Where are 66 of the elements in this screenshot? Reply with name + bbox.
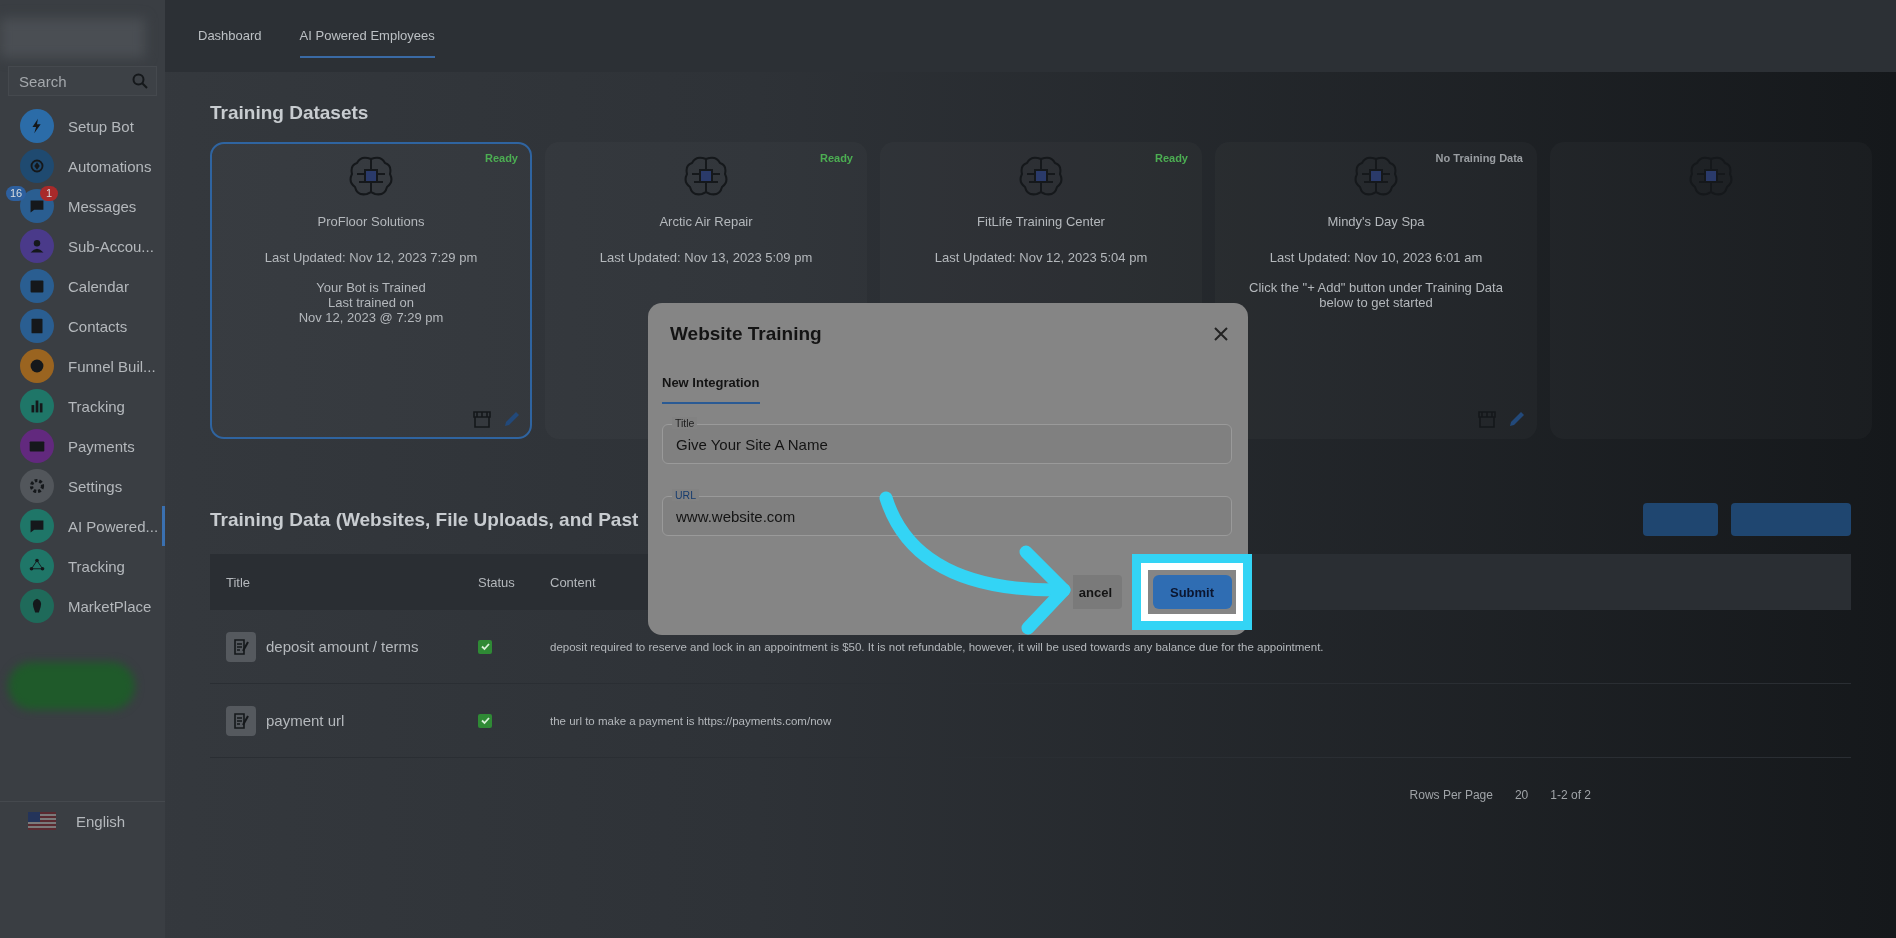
content-text: the url to make a payment is https://payments.com/now bbox=[550, 715, 832, 727]
language-label[interactable]: English bbox=[76, 812, 126, 830]
column-header: Content bbox=[550, 574, 596, 590]
pencil-icon[interactable] bbox=[1507, 409, 1527, 429]
column-header: Title bbox=[226, 574, 251, 590]
card-title: FitLife Training Center bbox=[977, 214, 1105, 229]
rows-per-page-value[interactable]: 20 bbox=[1514, 788, 1529, 802]
nav-tab[interactable]: Dashboard bbox=[198, 0, 262, 58]
dataset-card[interactable]: Ready ProFloor Solutions Last Updated: Nov 12, 2023 7:29 pm Your Bot is Trained Last trained on Nov 12, 2023 @ 7:29 pm bbox=[210, 142, 532, 439]
search-field[interactable]: Search bbox=[8, 66, 157, 96]
blurred-button[interactable] bbox=[8, 662, 135, 710]
dialog-title: Website Training bbox=[670, 323, 822, 345]
card-title: Mindy's Day Spa bbox=[1327, 214, 1425, 229]
content-text: deposit required to reserve and lock in an appointment is $50. It is not refundable, however, it will be used towards any balance due for the appointment. bbox=[550, 641, 1324, 653]
count-badge: 1 bbox=[40, 186, 58, 201]
dialog-tab[interactable]: New Integration bbox=[662, 367, 760, 404]
sidebar-item[interactable]: Setup Bot bbox=[0, 106, 165, 146]
last-updated: Last Updated: Nov 12, 2023 7:29 pm bbox=[264, 250, 478, 265]
field-label: URL bbox=[672, 489, 699, 501]
action-button[interactable] bbox=[1643, 503, 1718, 536]
status-label: Ready bbox=[819, 152, 853, 164]
submit-button[interactable]: Submit bbox=[1152, 575, 1232, 609]
cancel-button[interactable]: ancel bbox=[1072, 575, 1122, 609]
last-updated: Last Updated: Nov 13, 2023 5:09 pm bbox=[599, 250, 813, 265]
card-note: Your Bot is Trained Last trained on Nov 12, 2023 @ 7:29 pm bbox=[298, 280, 444, 325]
store-icon[interactable] bbox=[472, 409, 492, 429]
sidebar-item[interactable]: AI Powered... bbox=[0, 506, 165, 546]
sidebar-item[interactable]: Calendar bbox=[0, 266, 165, 306]
action-button[interactable] bbox=[1731, 503, 1851, 536]
nav-tab[interactable]: AI Powered Employees bbox=[299, 0, 435, 58]
sidebar-item[interactable]: Contacts bbox=[0, 306, 165, 346]
sidebar-item[interactable]: MarketPlace bbox=[0, 586, 165, 626]
sidebar-item[interactable]: 16 1 Messages bbox=[0, 186, 165, 226]
dataset-card[interactable]: No Training Data Mindy's Day Spa Last Updated: Nov 10, 2023 6:01 am Click the "+ Add" button under Training Data below to get started bbox=[1215, 142, 1537, 439]
flag-icon bbox=[28, 812, 56, 830]
dataset-card[interactable] bbox=[1550, 142, 1872, 439]
sidebar-item[interactable]: Tracking bbox=[0, 546, 165, 586]
status-checkbox[interactable] bbox=[478, 639, 492, 654]
card-title: Arctic Air Repair bbox=[659, 214, 753, 229]
sidebar-item[interactable]: Sub-Accou... bbox=[0, 226, 165, 266]
pencil-icon[interactable] bbox=[502, 409, 522, 429]
card-note: Click the "+ Add" button under Training Data below to get started bbox=[1248, 280, 1504, 310]
last-updated: Last Updated: Nov 10, 2023 6:01 am bbox=[1269, 250, 1483, 265]
status-label: No Training Data bbox=[1435, 152, 1523, 164]
search-icon[interactable] bbox=[132, 73, 148, 89]
last-updated: Last Updated: Nov 12, 2023 5:04 pm bbox=[934, 250, 1148, 265]
sidebar-item[interactable]: Tracking bbox=[0, 386, 165, 426]
document-icon bbox=[226, 631, 256, 662]
section-title: Training Datasets bbox=[210, 102, 370, 124]
field-label: Title bbox=[672, 417, 698, 429]
column-header: Status bbox=[478, 574, 515, 590]
status-checkbox[interactable] bbox=[478, 713, 492, 728]
rows-per-page-label: Rows Per Page bbox=[1409, 788, 1493, 802]
section-title: Training Data (Websites, File Uploads, and Past bbox=[210, 508, 639, 531]
status-label: Ready bbox=[1154, 152, 1188, 164]
row-title: payment url bbox=[266, 712, 345, 729]
page-range: 1-2 of 2 bbox=[1550, 788, 1591, 802]
count-badge: 16 bbox=[6, 186, 27, 201]
status-label: Ready bbox=[484, 152, 518, 164]
sidebar-item[interactable]: Settings bbox=[0, 466, 165, 506]
sidebar-item[interactable]: Funnel Buil... bbox=[0, 346, 165, 386]
card-title: ProFloor Solutions bbox=[317, 214, 425, 229]
sidebar-item[interactable]: Payments bbox=[0, 426, 165, 466]
row-title: deposit amount / terms bbox=[266, 638, 419, 655]
sidebar-item[interactable]: Automations bbox=[0, 146, 165, 186]
document-icon bbox=[226, 705, 256, 736]
